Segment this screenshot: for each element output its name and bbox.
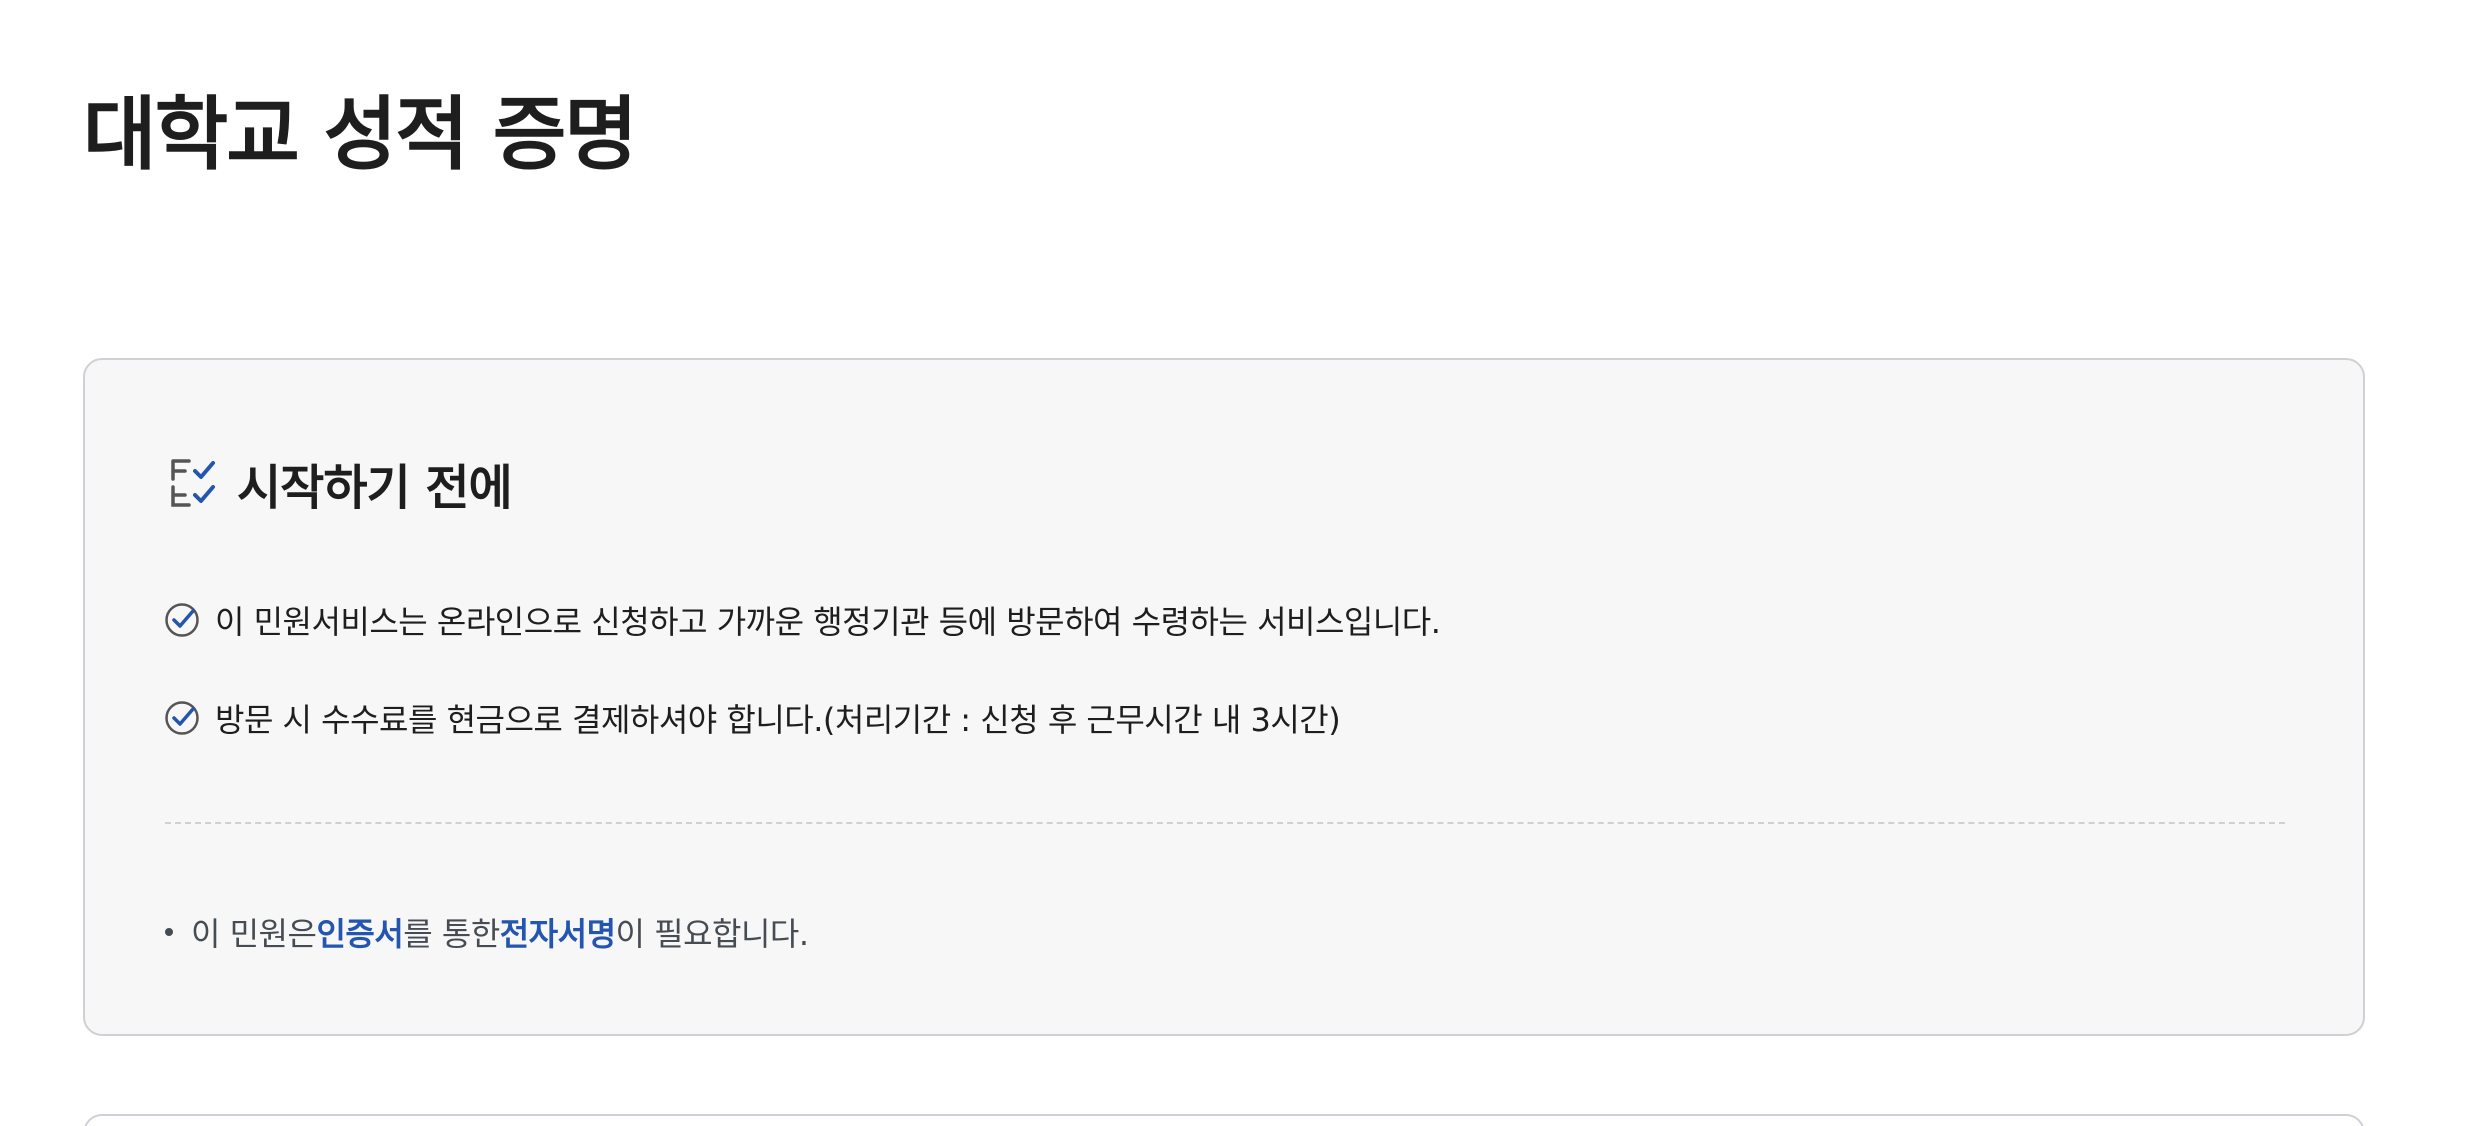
next-section-card	[83, 1114, 2365, 1126]
check-circle-icon	[165, 603, 199, 637]
list-item-text: 방문 시 수수료를 현금으로 결제하셔야 합니다.(처리기간 : 신청 후 근무…	[215, 701, 1341, 739]
note-emphasis-certificate: 인증서	[316, 915, 404, 953]
note-text-3: 이 필요합니다.	[615, 915, 809, 953]
checklist-icon	[167, 455, 223, 511]
list-item: 이 민원서비스는 온라인으로 신청하고 가까운 행정기관 등에 방문하여 수령하…	[163, 588, 1441, 652]
card-header: 시작하기 전에	[167, 448, 513, 518]
page-title: 대학교 성적 증명	[83, 88, 638, 181]
check-list: 이 민원서비스는 온라인으로 신청하고 가까운 행정기관 등에 방문하여 수령하…	[163, 588, 1441, 784]
certificate-note: 이 민원은 인증서 를 통한 전자서명 이 필요합니다.	[165, 900, 809, 964]
note-text-2: 를 통한	[403, 915, 500, 953]
check-circle-icon	[165, 701, 199, 735]
note-text-1: 이 민원은	[191, 915, 317, 953]
list-item: 방문 시 수수료를 현금으로 결제하셔야 합니다.(처리기간 : 신청 후 근무…	[163, 686, 1440, 750]
divider	[165, 822, 2285, 824]
list-item-text: 이 민원서비스는 온라인으로 신청하고 가까운 행정기관 등에 방문하여 수령하…	[215, 603, 1441, 641]
before-start-card: 시작하기 전에 이 민원서비스는 온라인으로 신청하고 가까운 행정기관 등에 …	[83, 358, 2365, 1036]
page: 대학교 성적 증명 시작하기 전에 이 민원서비스는 온라인으로 신청하고 가까…	[0, 0, 2476, 1126]
card-title: 시작하기 전에	[237, 460, 513, 516]
bullet-dot	[165, 928, 173, 936]
note-emphasis-e-signature: 전자서명	[499, 915, 616, 953]
